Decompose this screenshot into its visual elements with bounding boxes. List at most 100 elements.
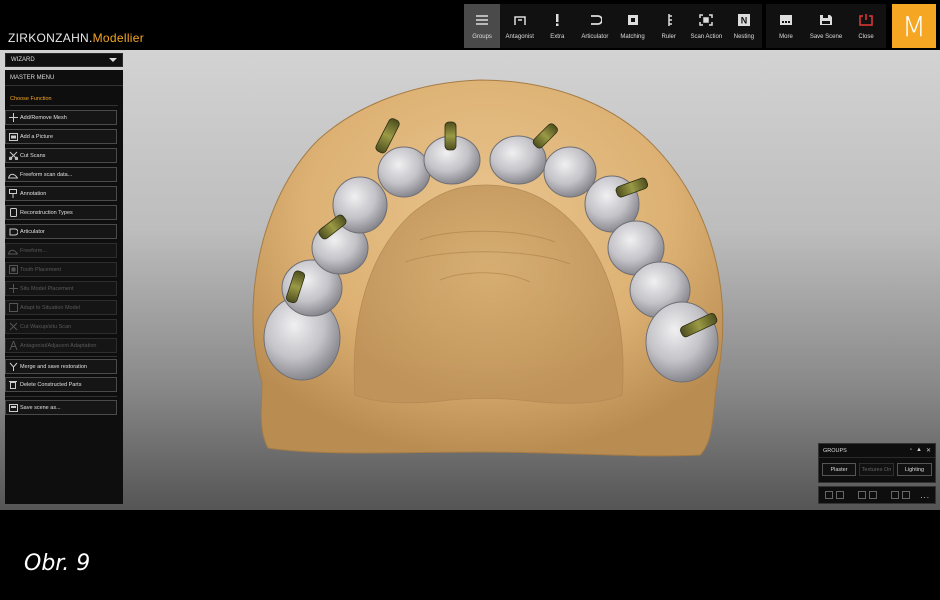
divider xyxy=(5,356,117,357)
toolbar-more-button[interactable]: More xyxy=(766,4,806,48)
svg-text:N: N xyxy=(741,16,748,26)
toolbar-label: Articulator xyxy=(581,34,609,40)
wizard-label: WIZARD xyxy=(11,57,35,63)
reconstruction-types-button[interactable]: Reconstruction Types xyxy=(5,205,117,220)
more-options-icon[interactable]: ... xyxy=(920,491,930,500)
move-icon xyxy=(6,284,20,293)
scan-action-icon xyxy=(698,12,714,28)
ruler-icon xyxy=(661,12,677,28)
toolbar-extra-button[interactable]: Extra xyxy=(539,4,575,48)
tooth-placement-icon xyxy=(6,265,20,274)
function-label: Cut Waxup/situ Scan xyxy=(20,323,72,330)
reconstruction-icon xyxy=(6,208,20,217)
brand-accent: Modellier xyxy=(92,31,145,45)
merge-save-restoration-button[interactable]: Merge and save restoration xyxy=(5,359,117,374)
choose-function-heading: Choose Function xyxy=(10,96,52,102)
freeform-button: Freeform... xyxy=(5,243,117,258)
function-label: Freeform scan data... xyxy=(20,171,73,178)
matching-icon xyxy=(625,12,641,28)
toolbar-groups-button[interactable]: Groups xyxy=(464,4,501,48)
groups-title: GROUPS xyxy=(823,447,847,454)
adapt-to-situation-model-button: Adapt to Situation Model xyxy=(5,300,117,315)
situ-model-placement-button: Situ Model Placement xyxy=(5,281,117,296)
function-label: Tooth Placement xyxy=(20,266,61,273)
layer-checkbox[interactable] xyxy=(825,491,833,499)
function-label: Add/Remove Mesh xyxy=(20,114,67,121)
freeform-scan-data-button[interactable]: Freeform scan data... xyxy=(5,167,117,182)
figure-caption: Obr. 9 xyxy=(24,551,91,576)
add-remove-mesh-button[interactable]: Add/Remove Mesh xyxy=(5,110,117,125)
function-label: Delete Constructed Parts xyxy=(20,381,82,388)
layer-checkbox[interactable] xyxy=(858,491,866,499)
tooth-placement-button: Tooth Placement xyxy=(5,262,117,277)
freeform-icon xyxy=(6,247,20,255)
more-icon xyxy=(778,12,794,28)
delete-constructed-parts-button[interactable]: Delete Constructed Parts xyxy=(5,377,117,392)
toolbar-scan-action-button[interactable]: Scan Action xyxy=(687,4,726,48)
groups-icon xyxy=(474,12,490,28)
layer-checkbox[interactable] xyxy=(836,491,844,499)
function-label: Freeform... xyxy=(20,247,47,254)
top-bar: ZIRKONZAHN.Modellier Groups Antagonist E… xyxy=(0,0,940,50)
articulator-function-button[interactable]: Articulator xyxy=(5,224,117,239)
layer-checkbox[interactable] xyxy=(891,491,899,499)
close-icon[interactable]: ✕ xyxy=(926,447,931,454)
toolbar-ruler-button[interactable]: Ruler xyxy=(651,4,687,48)
master-menu-title: MASTER MENU xyxy=(5,70,123,86)
layer-toggles: ... xyxy=(818,486,936,504)
toolbar-antagonist-button[interactable]: Antagonist xyxy=(500,4,539,48)
function-label: Annotation xyxy=(20,190,47,197)
lighting-button[interactable]: Lighting xyxy=(897,463,932,476)
scissors-icon xyxy=(6,322,20,331)
function-label: Reconstruction Types xyxy=(20,209,73,216)
plaster-button[interactable]: Plaster xyxy=(822,463,857,476)
cut-waxup-situ-scan-button: Cut Waxup/situ Scan xyxy=(5,319,117,334)
wizard-dropdown[interactable]: WIZARD xyxy=(5,53,123,67)
m-logo-button[interactable]: M xyxy=(892,4,936,48)
toolbar-label: Save Scene xyxy=(809,34,843,40)
textures-on-button: Textures On xyxy=(859,463,894,476)
window-icon[interactable]: ▫ xyxy=(910,447,912,454)
toolbar-save-scene-button[interactable]: Save Scene xyxy=(806,4,846,48)
antagonist-adjacent-adaptation-button: Antagonist/Adjacent Adaptation xyxy=(5,338,117,353)
annotation-button[interactable]: Annotation xyxy=(5,186,117,201)
toolbar-articulator-button[interactable]: Articulator xyxy=(575,4,614,48)
toolbar-label: Ruler xyxy=(661,34,676,40)
groups-panel-header: GROUPS ▫ ▲ ✕ xyxy=(819,444,935,458)
3d-viewport[interactable] xyxy=(0,0,940,510)
close-icon xyxy=(858,12,874,28)
toolbar-nesting-button[interactable]: N Nesting xyxy=(726,4,762,48)
function-label: Merge and save restoration xyxy=(20,363,87,370)
add-picture-button[interactable]: Add a Picture xyxy=(5,129,117,144)
chevron-up-icon[interactable]: ▲ xyxy=(916,447,922,454)
annotation-icon xyxy=(6,189,20,198)
function-label: Situ Model Placement xyxy=(20,285,74,292)
articulator-icon xyxy=(587,12,603,28)
layer-checkbox[interactable] xyxy=(902,491,910,499)
layer-checkbox[interactable] xyxy=(869,491,877,499)
toolbar-close-button[interactable]: Close xyxy=(846,4,886,48)
toolbar-label: Groups xyxy=(472,34,492,40)
divider xyxy=(5,396,117,397)
save-scene-as-button[interactable]: Save scene as... xyxy=(5,400,117,415)
trash-icon xyxy=(6,380,20,389)
merge-icon xyxy=(6,362,20,371)
save-icon xyxy=(818,12,834,28)
toolbar-label: Nesting xyxy=(733,34,755,40)
function-label: Add a Picture xyxy=(20,133,54,140)
brand-main: ZIRKONZAHN. xyxy=(8,31,93,45)
toolbar-label: More xyxy=(779,34,793,40)
function-label: Cut Scans xyxy=(20,152,46,159)
toolbar-matching-button[interactable]: Matching xyxy=(614,4,650,48)
cut-scans-button[interactable]: Cut Scans xyxy=(5,148,117,163)
picture-icon xyxy=(6,132,20,141)
articulator-icon xyxy=(6,228,20,236)
add-remove-mesh-icon xyxy=(6,113,20,122)
function-label: Save scene as... xyxy=(20,404,61,411)
function-label: Antagonist/Adjacent Adaptation xyxy=(20,342,97,349)
extra-icon xyxy=(549,12,565,28)
main-toolbar: Groups Antagonist Extra Articulator Matc… xyxy=(464,4,762,48)
antagonist-icon xyxy=(512,12,528,28)
toolbar-label: Close xyxy=(858,34,874,40)
freeform-icon xyxy=(6,171,20,179)
